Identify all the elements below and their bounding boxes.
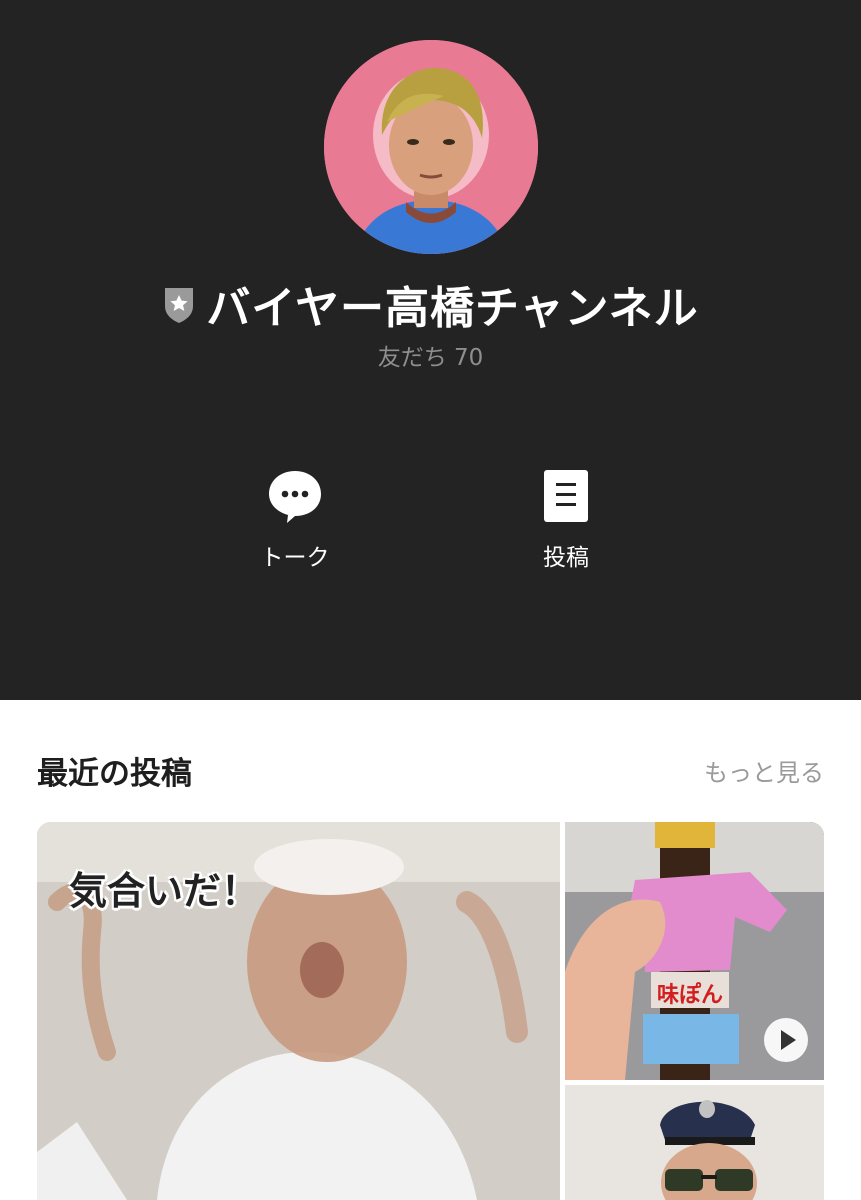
talk-label: トーク	[260, 545, 330, 571]
play-icon[interactable]	[764, 1018, 808, 1062]
certified-shield-icon	[165, 288, 194, 323]
post-tile-video[interactable]: 味ぽん	[565, 822, 824, 1080]
talk-button[interactable]: トーク	[205, 468, 385, 572]
post-thumbnail-2	[565, 1085, 824, 1200]
profile-header: バイヤー高橋チャンネル 友だち 70 トーク 投稿	[0, 0, 861, 700]
friends-count: 友だち 70	[377, 345, 484, 371]
see-more-link[interactable]: もっと見る	[704, 753, 824, 788]
recent-posts-grid: 気合いだ！ 味ぽん	[37, 822, 824, 1200]
post-label: 投稿	[543, 545, 589, 571]
bottle-label: 味ぽん	[657, 982, 723, 1008]
profile-name: バイヤー高橋チャンネル	[206, 283, 699, 334]
document-icon	[544, 470, 588, 522]
chat-bubble-icon	[269, 471, 321, 523]
recent-posts-title: 最近の投稿	[37, 756, 192, 792]
avatar-image	[324, 40, 538, 254]
post-tile-photo[interactable]	[565, 1085, 824, 1200]
post-caption: 気合いだ！	[69, 868, 260, 913]
post-tile-main[interactable]: 気合いだ！	[37, 822, 560, 1200]
profile-avatar[interactable]	[324, 40, 538, 254]
profile-name-row: バイヤー高橋チャンネル	[0, 272, 861, 336]
post-button[interactable]: 投稿	[476, 468, 656, 572]
